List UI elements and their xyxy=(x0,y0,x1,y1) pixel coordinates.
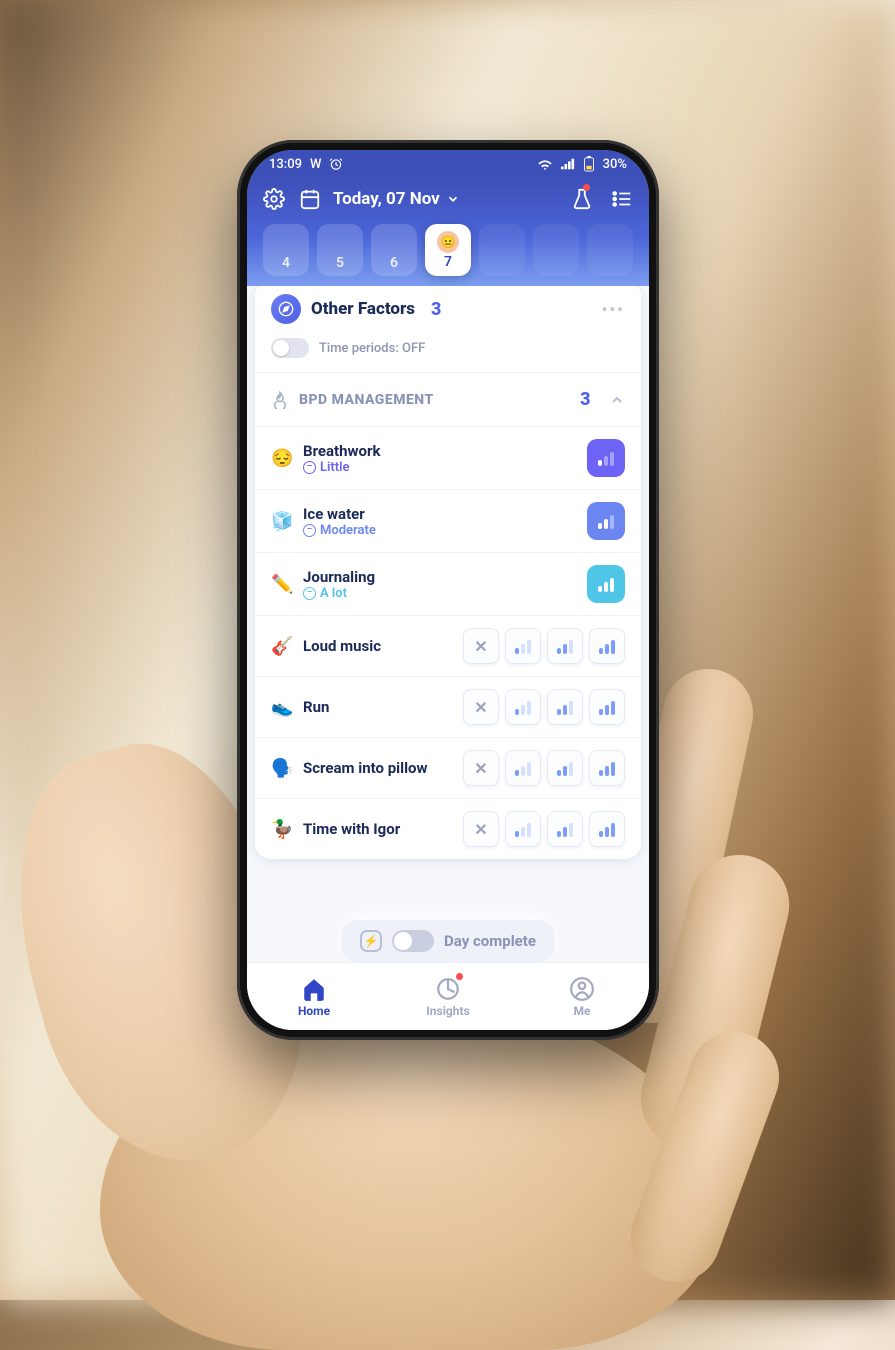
card-count: 3 xyxy=(431,299,441,320)
level-badge[interactable] xyxy=(587,565,625,603)
scale-low[interactable] xyxy=(505,750,541,786)
level-badge[interactable] xyxy=(587,502,625,540)
nav-me[interactable]: Me xyxy=(515,963,649,1030)
compass-icon xyxy=(271,294,301,324)
alarm-icon xyxy=(329,157,343,171)
factors-card: Other Factors 3 ••• Time periods: OFF BP… xyxy=(255,286,641,859)
item-emoji: 🎸 xyxy=(271,636,293,657)
scale-med[interactable] xyxy=(547,628,583,664)
phone-frame: 13:09 W 30% xyxy=(237,140,659,1040)
signal-icon xyxy=(561,158,575,170)
day-cell[interactable]: 6 xyxy=(371,224,417,276)
notification-dot xyxy=(583,184,590,191)
factor-item[interactable]: 🗣️ Scream into pillow ✕ xyxy=(255,737,641,798)
nav-home[interactable]: Home xyxy=(247,963,381,1030)
day-cell[interactable]: 😐7 xyxy=(425,224,471,276)
mood-icon: 😐 xyxy=(437,231,459,253)
day-selector: 456😐7 xyxy=(261,224,635,276)
date-picker[interactable]: Today, 07 Nov xyxy=(333,189,559,209)
menu-icon[interactable] xyxy=(609,186,635,212)
day-complete-toggle[interactable] xyxy=(392,930,434,952)
chevron-up-icon xyxy=(609,392,625,408)
scale-med[interactable] xyxy=(547,811,583,847)
day-cell[interactable] xyxy=(479,224,525,276)
day-cell[interactable]: 5 xyxy=(317,224,363,276)
item-name: Journaling xyxy=(303,568,577,586)
status-app-icon: W xyxy=(310,157,321,172)
battery-icon xyxy=(583,156,595,172)
status-bar: 13:09 W 30% xyxy=(247,150,649,178)
scale-high[interactable] xyxy=(589,750,625,786)
factor-item[interactable]: 🦆 Time with Igor ✕ xyxy=(255,798,641,859)
item-name: Run xyxy=(303,698,453,716)
item-level: −Little xyxy=(303,460,577,475)
item-name: Time with Igor xyxy=(303,820,453,838)
scale-high[interactable] xyxy=(589,811,625,847)
factor-item[interactable]: ✏️ Journaling−A lot xyxy=(255,552,641,615)
item-emoji: 😔 xyxy=(271,448,293,469)
item-emoji: 🧊 xyxy=(271,511,293,532)
scale-none[interactable]: ✕ xyxy=(463,628,499,664)
screen: 13:09 W 30% xyxy=(247,150,649,1030)
day-complete-bar: ⚡ Day complete xyxy=(247,920,649,962)
calendar-icon[interactable] xyxy=(297,186,323,212)
item-emoji: ✏️ xyxy=(271,574,293,595)
item-level: −Moderate xyxy=(303,523,577,538)
factor-item[interactable]: 🧊 Ice water−Moderate xyxy=(255,489,641,552)
day-cell[interactable] xyxy=(533,224,579,276)
factor-item[interactable]: 🎸 Loud music ✕ xyxy=(255,615,641,676)
item-name: Breathwork xyxy=(303,442,577,460)
section-count: 3 xyxy=(580,389,591,410)
item-emoji: 🦆 xyxy=(271,819,293,840)
scale-low[interactable] xyxy=(505,628,541,664)
bottom-nav: Home Insights Me xyxy=(247,962,649,1030)
scale-low[interactable] xyxy=(505,811,541,847)
factor-item[interactable]: 😔 Breathwork−Little xyxy=(255,426,641,489)
card-more-icon[interactable]: ••• xyxy=(601,300,625,319)
scale-med[interactable] xyxy=(547,750,583,786)
flame-icon xyxy=(271,391,289,409)
day-cell[interactable]: 4 xyxy=(263,224,309,276)
notification-dot xyxy=(456,973,463,980)
scale-high[interactable] xyxy=(589,628,625,664)
factor-item[interactable]: 👟 Run ✕ xyxy=(255,676,641,737)
lightning-icon: ⚡ xyxy=(360,930,382,952)
nav-insights[interactable]: Insights xyxy=(381,963,515,1030)
day-complete-label: Day complete xyxy=(444,932,536,950)
scale-none[interactable]: ✕ xyxy=(463,750,499,786)
section-title: BPD MANAGEMENT xyxy=(299,392,434,408)
scale-high[interactable] xyxy=(589,689,625,725)
scale-none[interactable]: ✕ xyxy=(463,811,499,847)
day-cell[interactable] xyxy=(587,224,633,276)
item-emoji: 🗣️ xyxy=(271,758,293,779)
settings-icon[interactable] xyxy=(261,186,287,212)
item-name: Loud music xyxy=(303,637,453,655)
scale-low[interactable] xyxy=(505,689,541,725)
item-level: −A lot xyxy=(303,586,577,601)
card-title: Other Factors xyxy=(311,299,415,319)
level-badge[interactable] xyxy=(587,439,625,477)
section-header[interactable]: BPD MANAGEMENT 3 xyxy=(255,373,641,426)
scale-none[interactable]: ✕ xyxy=(463,689,499,725)
lab-icon[interactable] xyxy=(569,186,595,212)
app-header: Today, 07 Nov 456😐7 xyxy=(247,178,649,286)
date-label: Today, 07 Nov xyxy=(333,189,440,209)
toggle-label: Time periods: OFF xyxy=(319,341,425,356)
home-icon xyxy=(301,976,327,1002)
chevron-down-icon xyxy=(446,192,460,206)
item-name: Ice water xyxy=(303,505,577,523)
status-time: 13:09 xyxy=(269,157,302,172)
time-periods-toggle[interactable] xyxy=(271,338,309,358)
scale-med[interactable] xyxy=(547,689,583,725)
wifi-icon xyxy=(537,158,553,170)
battery-percent: 30% xyxy=(603,157,627,172)
content-area: Other Factors 3 ••• Time periods: OFF BP… xyxy=(247,286,649,1030)
item-name: Scream into pillow xyxy=(303,759,453,777)
user-icon xyxy=(569,976,595,1002)
item-emoji: 👟 xyxy=(271,697,293,718)
